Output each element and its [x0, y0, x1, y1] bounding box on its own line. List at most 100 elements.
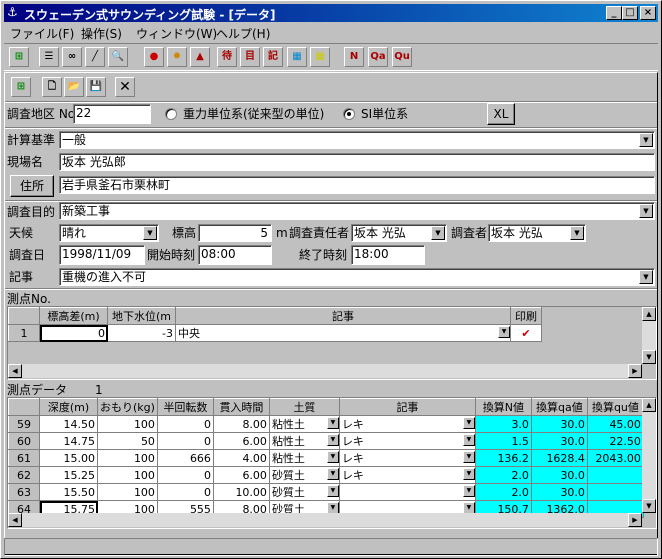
chevron-down-icon[interactable]: ▼ [326, 485, 339, 497]
scroll-right-icon[interactable]: ▶ [628, 513, 642, 527]
note-cell[interactable]: ▼ [338, 483, 476, 501]
calc-basis-select[interactable]: 一般 ▼ [59, 131, 655, 149]
weight-cell[interactable]: 100 [97, 449, 158, 467]
weight-cell[interactable]: 100 [97, 483, 158, 501]
apple-icon[interactable]: ● [144, 47, 164, 67]
chevron-down-icon[interactable]: ▼ [326, 417, 339, 429]
table-row[interactable]: 59 14.50 100 0 8.00 粘性土 ▼ レキ ▼ 3.0 30.0 45.00 [8, 415, 644, 433]
minimize-button[interactable]: _ [606, 6, 622, 20]
close-button[interactable]: × [640, 6, 656, 20]
soil-cell[interactable]: 砂質土 ▼ [268, 466, 340, 484]
elev-diff-cell[interactable]: 0 [39, 324, 108, 342]
water-level-cell[interactable]: -3 [107, 324, 176, 342]
address-button[interactable]: 住所 [10, 175, 54, 197]
print-checkbox[interactable]: ✔ [510, 324, 542, 342]
notes-select[interactable]: 重機の進入不可 ▼ [59, 268, 655, 286]
area-no-input[interactable]: 22 [73, 104, 151, 124]
note-cell[interactable]: レキ ▼ [338, 466, 476, 484]
qa-value-button[interactable]: Qa [368, 47, 388, 67]
menu-operation[interactable]: 操作(S) [81, 25, 122, 42]
depth-cell[interactable]: 15.50 [39, 483, 98, 501]
n-value-button[interactable]: N [344, 47, 364, 67]
scroll-down-icon[interactable]: ▼ [642, 499, 656, 513]
open-folder-icon[interactable]: 📂 [64, 77, 84, 97]
save-icon[interactable]: 💾 [86, 77, 106, 97]
chevron-down-icon[interactable]: ▼ [570, 226, 584, 240]
point-note-cell[interactable]: 中央 ▼ [175, 324, 511, 342]
measure-vscroll[interactable]: ▲ ▼ [642, 398, 656, 513]
points-vscroll[interactable]: ▲ ▼ [642, 307, 656, 364]
xl-button[interactable]: XL [487, 103, 515, 125]
delete-icon[interactable]: ✕ [115, 77, 135, 97]
binoculars-icon[interactable]: ∞ [62, 47, 82, 67]
chevron-down-icon[interactable]: ▼ [143, 226, 157, 240]
time-cell[interactable]: 10.00 [212, 483, 270, 501]
turns-cell[interactable]: 0 [156, 483, 214, 501]
depth-cell[interactable]: 15.00 [39, 449, 98, 467]
eye-button[interactable]: 目 [240, 47, 260, 67]
wait-button[interactable]: 待 [217, 47, 237, 67]
unit-option-si-radio[interactable] [343, 108, 355, 120]
menu-file[interactable]: ファイル(F) [10, 25, 74, 42]
qu-value-button[interactable]: Qu [392, 47, 412, 67]
scroll-up-icon[interactable]: ▲ [642, 307, 656, 321]
turns-cell[interactable]: 0 [156, 466, 214, 484]
maximize-button[interactable]: □ [622, 6, 638, 20]
date-input[interactable]: 1998/11/09 [59, 245, 145, 265]
grid-yellow-icon[interactable]: ▦ [310, 47, 330, 67]
chevron-down-icon[interactable]: ▼ [639, 270, 653, 284]
chevron-down-icon[interactable]: ▼ [462, 485, 475, 497]
table-row[interactable]: 1 0 -3 中央 ▼ ✔ [8, 324, 542, 342]
site-name-input[interactable]: 坂本 光弘郎 [59, 153, 655, 171]
points-hscroll[interactable]: ◀ ▶ [8, 364, 642, 378]
chevron-down-icon[interactable]: ▼ [462, 468, 475, 480]
soil-cell[interactable]: 砂質土 ▼ [268, 483, 340, 501]
data-icon[interactable]: ⊞ [11, 77, 31, 97]
note-cell[interactable]: レキ ▼ [338, 432, 476, 450]
chevron-down-icon[interactable]: ▼ [639, 204, 653, 218]
time-cell[interactable]: 8.00 [212, 415, 270, 433]
depth-cell[interactable]: 14.75 [39, 432, 98, 450]
supervisor-select[interactable]: 坂本 光弘 ▼ [351, 224, 447, 242]
chevron-down-icon[interactable]: ▼ [431, 226, 445, 240]
scroll-left-icon[interactable]: ◀ [8, 364, 22, 378]
weight-cell[interactable]: 100 [97, 466, 158, 484]
chevron-down-icon[interactable]: ▼ [462, 451, 475, 463]
unit-option-gravity-radio[interactable] [165, 108, 177, 120]
investigator-select[interactable]: 坂本 光弘 ▼ [488, 224, 586, 242]
scroll-right-icon[interactable]: ▶ [628, 364, 642, 378]
record-button[interactable]: 記 [263, 47, 283, 67]
time-cell[interactable]: 6.00 [212, 432, 270, 450]
time-cell[interactable]: 4.00 [212, 449, 270, 467]
table-row[interactable]: 63 15.50 100 0 10.00 砂質土 ▼ ▼ 2.0 30.0 [8, 483, 644, 501]
table-row[interactable]: 60 14.75 50 0 6.00 粘性土 ▼ レキ ▼ 1.5 30.0 22.50 [8, 432, 644, 450]
weather-select[interactable]: 晴れ ▼ [59, 224, 159, 242]
table-row[interactable]: 62 15.25 100 0 6.00 砂質土 ▼ レキ ▼ 2.0 30.0 [8, 466, 644, 484]
preview-icon[interactable]: 🔍 [108, 47, 128, 67]
end-time-input[interactable]: 18:00 [351, 245, 425, 265]
gear-icon[interactable]: ✹ [167, 47, 187, 67]
list-icon[interactable]: ☰ [39, 47, 59, 67]
purpose-select[interactable]: 新築工事 ▼ [59, 202, 655, 220]
time-cell[interactable]: 6.00 [212, 466, 270, 484]
chart-icon[interactable]: ╱ [85, 47, 105, 67]
address-input[interactable]: 岩手県釜石市栗林町 [59, 176, 655, 194]
soil-cell[interactable]: 粘性土 ▼ [268, 449, 340, 467]
scroll-up-icon[interactable]: ▲ [642, 398, 656, 412]
turns-cell[interactable]: 666 [156, 449, 214, 467]
chevron-down-icon[interactable]: ▼ [639, 133, 653, 147]
weight-cell[interactable]: 50 [97, 432, 158, 450]
new-file-icon[interactable]: 🗋 [42, 77, 62, 97]
chevron-down-icon[interactable]: ▼ [326, 434, 339, 446]
turns-cell[interactable]: 0 [156, 432, 214, 450]
elevation-input[interactable]: 5 [198, 224, 272, 242]
note-cell[interactable]: レキ ▼ [338, 449, 476, 467]
depth-cell[interactable]: 14.50 [39, 415, 98, 433]
chevron-down-icon[interactable]: ▼ [326, 468, 339, 480]
menu-help[interactable]: ヘルプ(H) [216, 25, 270, 42]
chevron-down-icon[interactable]: ▼ [462, 417, 475, 429]
note-cell[interactable]: レキ ▼ [338, 415, 476, 433]
chevron-down-icon[interactable]: ▼ [326, 451, 339, 463]
weight-cell[interactable]: 100 [97, 415, 158, 433]
title-bar[interactable]: ⚓ スウェーデン式サウンディング試験 - [データ] _ □ × [4, 4, 658, 22]
